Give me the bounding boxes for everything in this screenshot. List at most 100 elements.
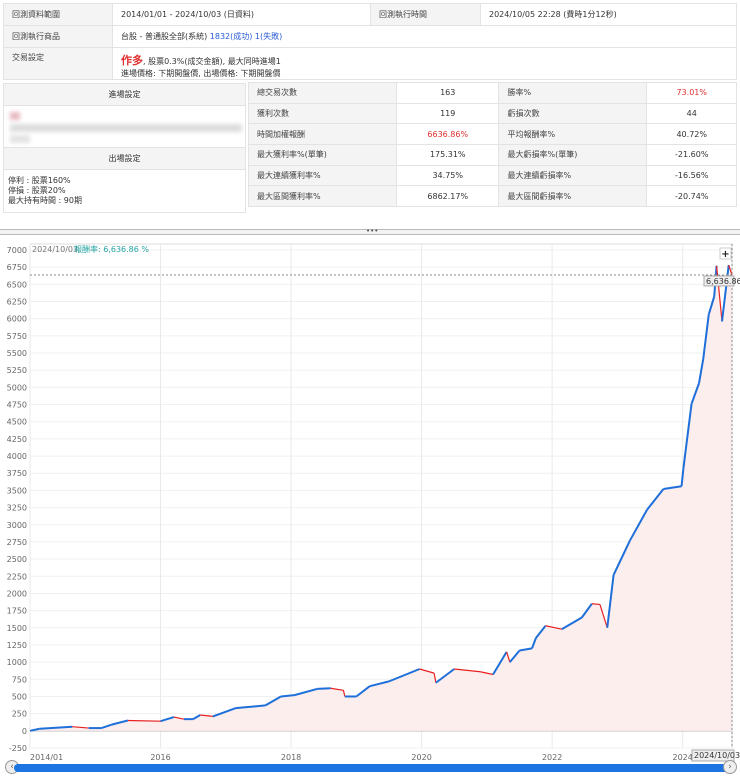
y-tick-label: 1750 [7, 607, 27, 616]
stats-row: 總交易次數 163 勝率% 73.01% [248, 82, 737, 104]
scroll-right-button[interactable]: › [723, 760, 737, 774]
stat-value: -21.60% [646, 144, 737, 166]
tooltip-value: 報酬率: 6,636.86 % [74, 244, 149, 254]
x-tick-label: 2024 [673, 753, 693, 762]
entry-conditions-blurred [4, 106, 245, 148]
trade-prices: 進場價格: 下期開盤價, 出場價格: 下期開盤價 [121, 69, 281, 78]
y-tick-label: 2750 [7, 538, 27, 547]
stats-row: 獲利次數 119 虧損次數 44 [248, 102, 737, 125]
settings-panel: 進場設定 出場設定 停利 : 股票160% 停損 : 股票20% 最大持有時間 … [3, 83, 246, 213]
stat-value: 6636.86% [395, 123, 500, 146]
trade-value: 作多, 股票0.3%(成交金額), 最大同時進場1 進場價格: 下期開盤價, 出場… [112, 47, 737, 80]
fail-link[interactable]: 1(失敗) [255, 32, 282, 41]
product-value: 台股 - 普通股全部(系統) 1832(成功) 1(失敗) [112, 25, 737, 48]
y-tick-label: 3000 [7, 521, 27, 530]
trade-fee: , 股票0.3%(成交金額), 最大同時進場1 [143, 57, 281, 66]
x-tick-label: 2020 [411, 753, 431, 762]
take-profit: 停利 : 股票160% [8, 176, 71, 185]
y-tick-label: 3750 [7, 469, 27, 478]
stat-label: 最大區間虧損率% [498, 185, 648, 208]
stats-row: 最大區間獲利率% 6862.17% 最大區間虧損率% -20.74% [248, 185, 737, 208]
entry-header: 進場設定 [4, 84, 245, 106]
stats-row: 最大連續獲利率% 34.75% 最大連續虧損率% -16.56% [248, 164, 737, 187]
stat-label: 勝率% [498, 82, 648, 104]
y-tick-label: 5750 [7, 332, 27, 341]
y-tick-label: 3500 [7, 486, 27, 495]
last-date-label: 2024/10/03 [694, 751, 740, 760]
x-tick-label: 2016 [150, 753, 170, 762]
stop-loss: 停損 : 股票20% [8, 186, 66, 195]
stat-label: 最大獲利率%(單筆) [248, 144, 397, 166]
success-link[interactable]: 1832(成功) [210, 32, 253, 41]
y-tick-label: 0 [22, 727, 27, 736]
backtest-info-table: 回測資料範圍 2014/01/01 - 2024/10/03 (日資料) 回測執… [3, 3, 737, 80]
stat-value: 40.72% [646, 123, 737, 146]
range-label: 回測資料範圍 [3, 3, 113, 26]
y-tick-label: -250 [9, 744, 27, 753]
y-tick-label: 750 [12, 675, 27, 684]
y-tick-label: 5250 [7, 366, 27, 375]
stat-label: 最大連續獲利率% [248, 164, 397, 187]
y-tick-label: 250 [12, 710, 27, 719]
y-tick-label: 4000 [7, 452, 27, 461]
stat-label: 最大虧損率%(單筆) [498, 144, 648, 166]
range-scrollbar[interactable] [14, 764, 736, 772]
stat-value: 6862.17% [395, 185, 500, 208]
stat-value: 163 [395, 82, 500, 104]
stat-label: 平均報酬率% [498, 123, 648, 146]
stat-label: 最大區間獲利率% [248, 185, 397, 208]
y-tick-label: 2000 [7, 589, 27, 598]
stat-value: 73.01% [646, 82, 737, 104]
trade-direction: 作多 [121, 54, 143, 67]
stats-row: 最大獲利率%(單筆) 175.31% 最大虧損率%(單筆) -21.60% [248, 144, 737, 166]
exit-header: 出場設定 [4, 148, 245, 170]
equity-segment [317, 687, 331, 690]
y-tick-label: 6500 [7, 280, 27, 289]
equity-chart[interactable]: -250 0 250 500 750 1000 1250 1500 1750 2000 2250 25… [0, 236, 740, 764]
x-tick-label: 2018 [281, 753, 301, 762]
max-holding: 最大持有時間 : 90期 [8, 196, 82, 205]
stat-value: 119 [395, 102, 500, 125]
panel-splitter[interactable]: ••• [0, 227, 740, 235]
y-tick-label: 7000 [7, 246, 27, 255]
y-tick-label: 1000 [7, 658, 27, 667]
y-tick-label: 2250 [7, 572, 27, 581]
stat-value: 175.31% [395, 144, 500, 166]
y-tick-label: 3250 [7, 504, 27, 513]
y-tick-label: 1500 [7, 624, 27, 633]
equity-segment [127, 719, 161, 722]
exec-time-value: 2024/10/05 22:28 (費時1分12秒) [480, 3, 737, 26]
plus-icon: + [721, 249, 729, 260]
stat-value: -20.74% [646, 185, 737, 208]
stats-table: 總交易次數 163 勝率% 73.01% 獲利次數 119 虧損次數 44 時間加權報酬 6636… [248, 82, 737, 208]
y-tick-label: 6250 [7, 298, 27, 307]
y-tick-label: 5000 [7, 383, 27, 392]
stat-label: 最大連續虧損率% [498, 164, 648, 187]
y-tick-label: 6000 [7, 315, 27, 324]
y-tick-label: 500 [12, 692, 27, 701]
y-tick-label: 2500 [7, 555, 27, 564]
y-tick-label: 4500 [7, 418, 27, 427]
grip-icon: ••• [366, 227, 379, 235]
equity-segment [280, 694, 295, 698]
product-label: 回測執行商品 [3, 25, 113, 48]
x-tick-label: 2022 [542, 753, 562, 762]
y-tick-label: 5500 [7, 349, 27, 358]
stat-label: 時間加權報酬 [248, 123, 397, 146]
y-tick-label: 4250 [7, 435, 27, 444]
stat-value: -16.56% [646, 164, 737, 187]
tooltip-date: 2024/10/03 [32, 245, 78, 254]
stat-value: 34.75% [395, 164, 500, 187]
trade-label: 交易設定 [3, 47, 113, 80]
equity-segment [591, 603, 601, 606]
y-tick-label: 4750 [7, 401, 27, 410]
y-tick-label: 6750 [7, 263, 27, 272]
stat-label: 獲利次數 [248, 102, 397, 125]
exec-time-label: 回測執行時間 [370, 3, 481, 26]
exit-conditions: 停利 : 股票160% 停損 : 股票20% 最大持有時間 : 90期 [4, 170, 245, 212]
y-tick-label: 1250 [7, 641, 27, 650]
range-value: 2014/01/01 - 2024/10/03 (日資料) [112, 3, 371, 26]
stat-value: 44 [646, 102, 737, 125]
product-name: 台股 - 普通股全部(系統) [121, 32, 208, 41]
x-tick-label: 2014/01 [30, 753, 63, 762]
